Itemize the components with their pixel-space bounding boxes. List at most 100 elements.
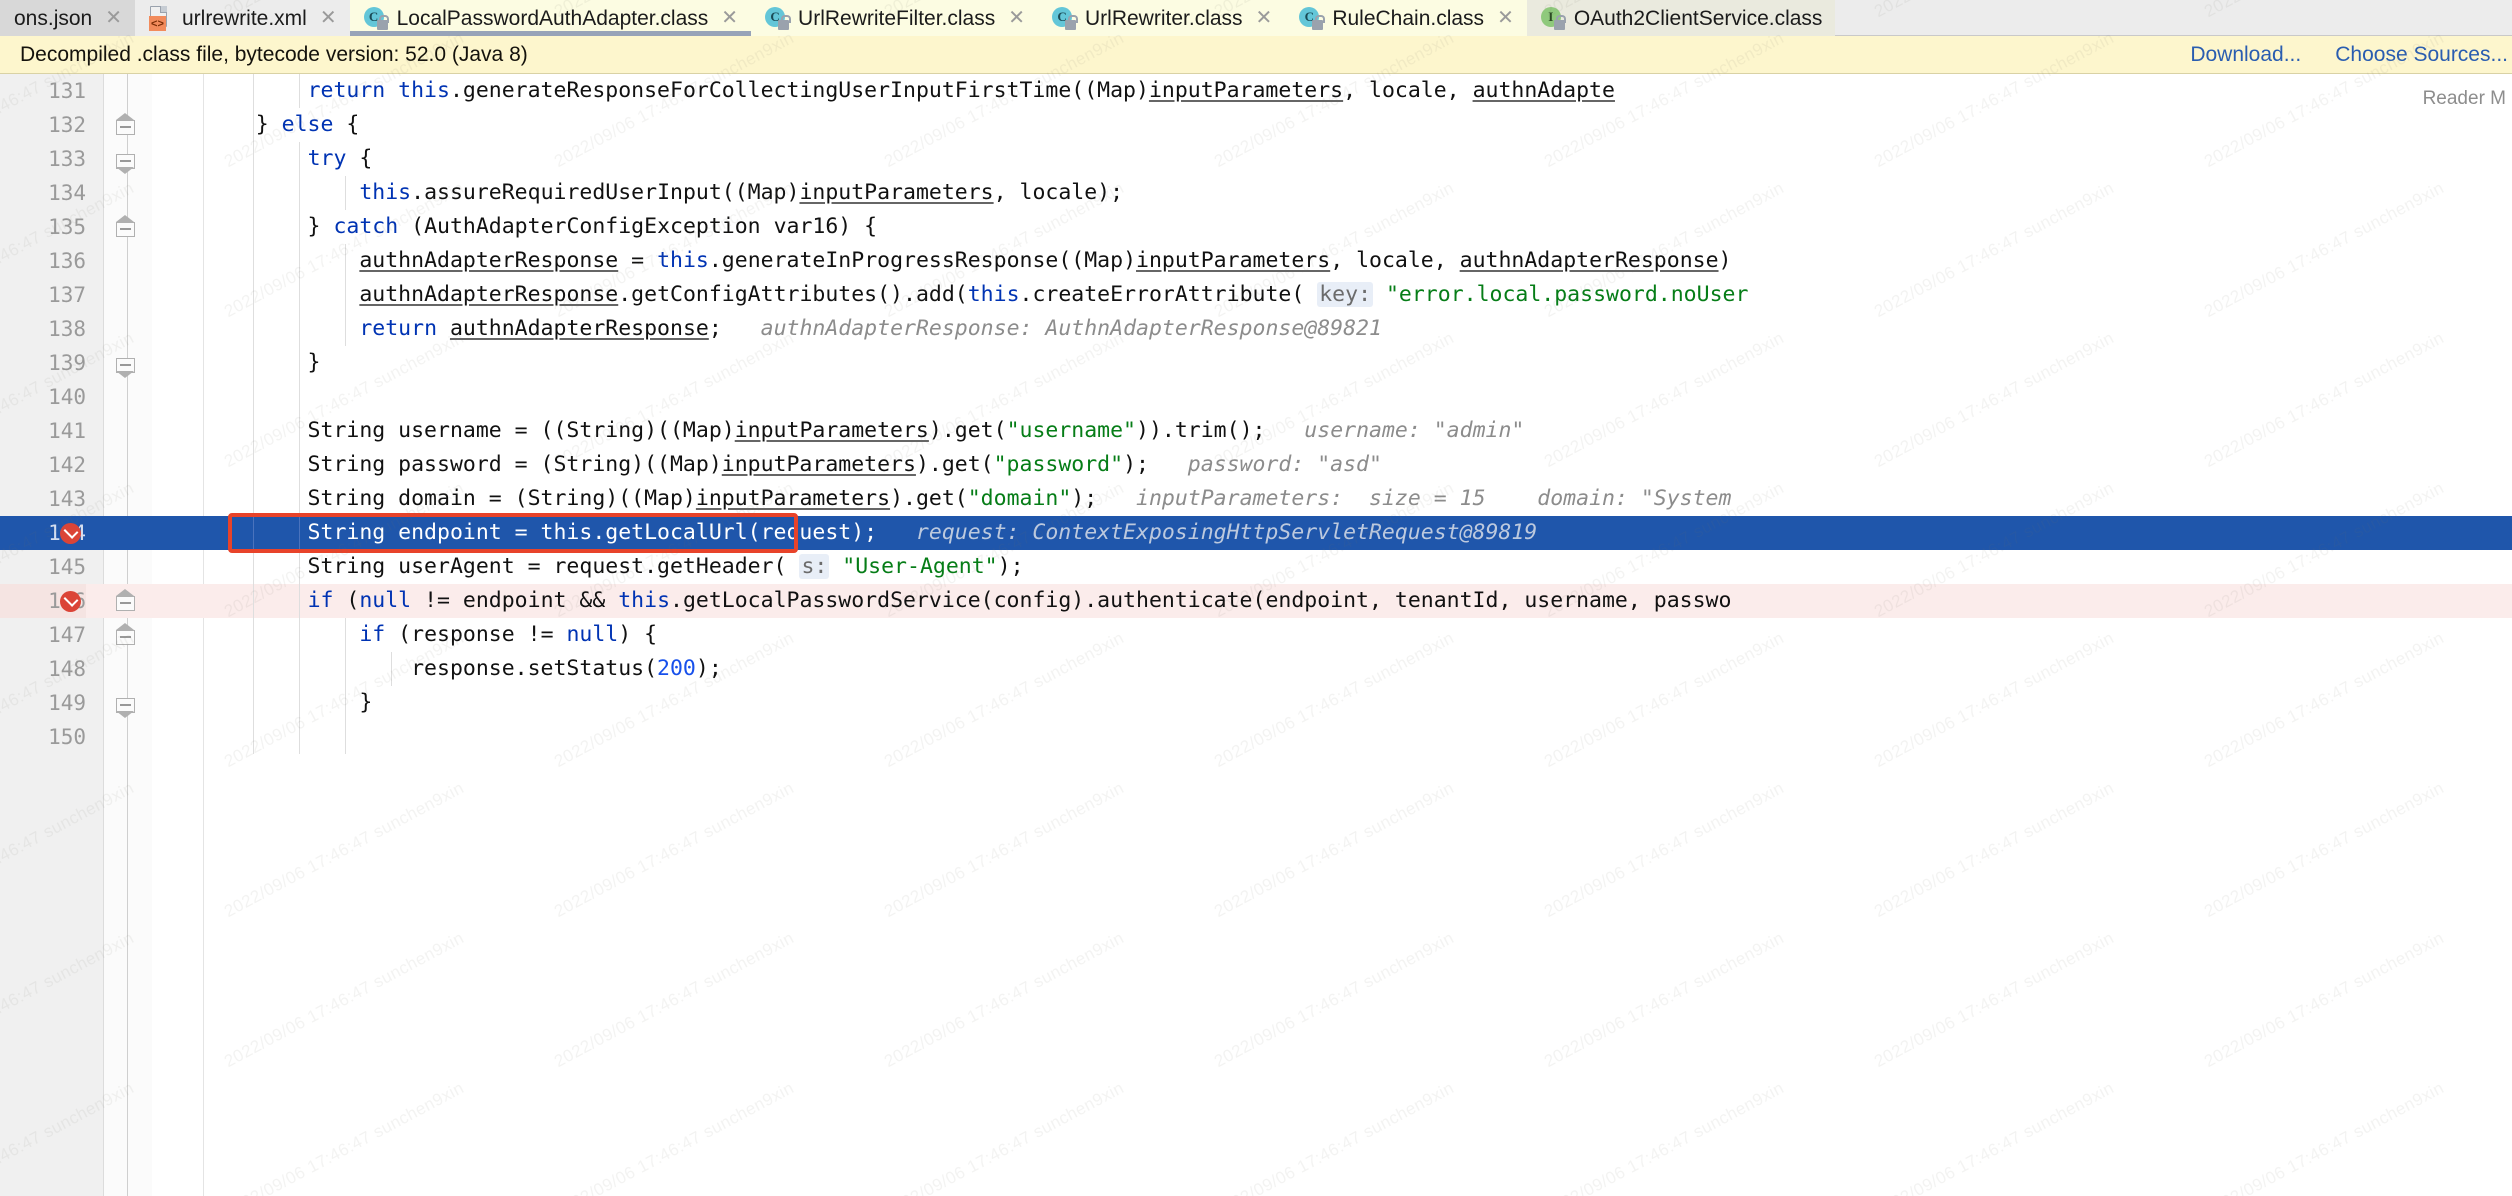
code-line-131[interactable]: 131 return this.generateResponseForColle… bbox=[0, 74, 2512, 108]
line-number: 143 bbox=[48, 487, 86, 511]
token-fld: inputParameters bbox=[734, 418, 929, 443]
editor-tab-ons-json[interactable]: ons.json ✕ bbox=[0, 0, 135, 36]
editor-tab-localpasswordauthadapter-class[interactable]: C LocalPasswordAuthAdapter.class ✕ bbox=[349, 0, 752, 36]
token-fld: authnAdapterResponse bbox=[359, 248, 619, 273]
token-str: "username" bbox=[1006, 418, 1137, 443]
fold-toggle-icon[interactable] bbox=[116, 113, 135, 135]
token-fld: authnAdapterResponse bbox=[449, 316, 709, 341]
fold-toggle-icon[interactable] bbox=[116, 215, 135, 237]
download-sources-link[interactable]: Download... bbox=[2190, 43, 2301, 67]
token-plain: .assureRequiredUserInput((Map) bbox=[411, 180, 800, 205]
code-line-137[interactable]: 137 authnAdapterResponse.getConfigAttrib… bbox=[0, 278, 2512, 312]
line-number: 135 bbox=[48, 215, 86, 239]
token-kw: return bbox=[359, 316, 450, 341]
fold-toggle-icon[interactable] bbox=[116, 589, 135, 611]
breakpoint-icon[interactable] bbox=[60, 591, 81, 612]
token-plain: .createErrorAttribute( bbox=[1019, 282, 1318, 307]
tab-close-icon[interactable]: ✕ bbox=[721, 8, 738, 28]
code-line-143[interactable]: 143 String domain = (String)((Map)inputP… bbox=[0, 482, 2512, 516]
indent-guide bbox=[345, 720, 346, 754]
token-plain: .generateInProgressResponse((Map) bbox=[708, 248, 1137, 273]
code-line-139[interactable]: 139 } bbox=[0, 346, 2512, 380]
fold-toggle-icon[interactable] bbox=[116, 694, 135, 718]
code-text: String domain = (String)((Map)inputParam… bbox=[204, 482, 1732, 516]
code-line-144[interactable]: 144 String endpoint = this.getLocalUrl(r… bbox=[0, 516, 2512, 550]
editor-tab-oauth2clientservice-class[interactable]: I OAuth2ClientService.class bbox=[1526, 0, 1836, 36]
token-kw: null bbox=[566, 622, 619, 647]
tab-close-icon[interactable]: ✕ bbox=[1256, 8, 1273, 28]
token-num: 200 bbox=[657, 656, 696, 681]
line-number: 133 bbox=[48, 147, 86, 171]
token-str: "domain" bbox=[967, 486, 1072, 511]
code-text: authnAdapterResponse.getConfigAttributes… bbox=[204, 278, 1748, 312]
code-line-149[interactable]: 149 } bbox=[0, 686, 2512, 720]
editor-tab-urlrewriter-class[interactable]: C UrlRewriter.class ✕ bbox=[1038, 0, 1286, 36]
tab-close-icon[interactable]: ✕ bbox=[320, 8, 337, 28]
tab-close-icon[interactable]: ✕ bbox=[1497, 8, 1514, 28]
code-text: return authnAdapterResponse; authnAdapte… bbox=[204, 312, 1382, 346]
code-text: } bbox=[204, 686, 372, 720]
token-plain: String userAgent = request.getHeader( bbox=[204, 554, 800, 579]
token-kw: if bbox=[359, 622, 386, 647]
token-hint: request: ContextExposingHttpServletReque… bbox=[877, 520, 1538, 545]
tab-label: LocalPasswordAuthAdapter.class bbox=[396, 6, 709, 30]
code-line-141[interactable]: 141 String username = ((String)((Map)inp… bbox=[0, 414, 2512, 448]
code-text: if (null != endpoint && this.getLocalPas… bbox=[204, 584, 1732, 618]
code-line-132[interactable]: 132 } else { bbox=[0, 108, 2512, 142]
token-plain: ) bbox=[1718, 248, 1732, 273]
code-line-138[interactable]: 138 return authnAdapterResponse; authnAd… bbox=[0, 312, 2512, 346]
code-line-148[interactable]: 148 response.setStatus(200); bbox=[0, 652, 2512, 686]
token-plain: } bbox=[204, 214, 334, 239]
java-class-icon: C bbox=[1299, 5, 1325, 31]
code-lines[interactable]: 131 return this.generateResponseForColle… bbox=[0, 74, 2512, 754]
breakpoint-icon[interactable] bbox=[60, 523, 81, 544]
editor-tab-urlrewrite-xml[interactable]: <> urlrewrite.xml ✕ bbox=[134, 0, 350, 36]
java-class-icon: C bbox=[363, 5, 390, 31]
code-line-136[interactable]: 136 authnAdapterResponse = this.generate… bbox=[0, 244, 2512, 278]
code-line-150[interactable]: 150 bbox=[0, 720, 2512, 754]
tab-close-icon[interactable]: ✕ bbox=[105, 8, 122, 28]
line-number: 147 bbox=[48, 623, 86, 647]
code-line-134[interactable]: 134 this.assureRequiredUserInput((Map)in… bbox=[0, 176, 2512, 210]
code-line-147[interactable]: 147 if (response != null) { bbox=[0, 618, 2512, 652]
tab-label: UrlRewriter.class bbox=[1085, 6, 1243, 30]
code-line-135[interactable]: 135 } catch (AuthAdapterConfigException … bbox=[0, 210, 2512, 244]
choose-sources-link[interactable]: Choose Sources... bbox=[2335, 43, 2508, 67]
token-fld: inputParameters bbox=[1148, 78, 1344, 103]
code-text: String password = (String)((Map)inputPar… bbox=[204, 448, 1382, 482]
code-text: String endpoint = this.getLocalUrl(reque… bbox=[204, 516, 1538, 550]
token-fld: inputParameters bbox=[1136, 248, 1331, 273]
line-number: 148 bbox=[48, 657, 86, 681]
token-kw: this bbox=[967, 282, 1020, 307]
tab-close-icon[interactable]: ✕ bbox=[1008, 8, 1025, 28]
token-plain: = bbox=[618, 248, 658, 273]
token-plain: ) { bbox=[618, 622, 658, 647]
token-kw: catch bbox=[333, 214, 399, 239]
fold-toggle-icon[interactable] bbox=[116, 150, 135, 174]
fold-toggle-icon[interactable] bbox=[116, 623, 135, 645]
code-line-145[interactable]: 145 String userAgent = request.getHeader… bbox=[0, 550, 2512, 584]
token-kw: try bbox=[307, 146, 347, 171]
editor-tab-bar: ons.json ✕ <> urlrewrite.xml ✕ C LocalPassword… bbox=[0, 0, 2512, 36]
code-line-133[interactable]: 133 try { bbox=[0, 142, 2512, 176]
editor-tab-rulechain-class[interactable]: C RuleChain.class ✕ bbox=[1285, 0, 1527, 36]
fold-toggle-icon[interactable] bbox=[116, 354, 135, 378]
java-class-icon: C bbox=[1052, 5, 1078, 31]
token-hint-box: key: bbox=[1317, 282, 1374, 307]
token-plain: } bbox=[204, 690, 373, 715]
token-kw: if bbox=[307, 588, 334, 613]
code-editor[interactable]: 131 return this.generateResponseForColle… bbox=[0, 74, 2512, 1196]
code-line-146[interactable]: 146 if (null != endpoint && this.getLoca… bbox=[0, 584, 2512, 618]
code-line-142[interactable]: 142 String password = (String)((Map)inpu… bbox=[0, 448, 2512, 482]
token-plain: { bbox=[333, 112, 360, 137]
code-line-140[interactable]: 140 bbox=[0, 380, 2512, 414]
editor-tab-urlrewritefilter-class[interactable]: C UrlRewriteFilter.class ✕ bbox=[751, 0, 1039, 36]
token-hint: password: "asd" bbox=[1148, 452, 1382, 477]
indent-guide bbox=[253, 380, 254, 414]
banner-actions: Download... Choose Sources... bbox=[2190, 43, 2512, 67]
